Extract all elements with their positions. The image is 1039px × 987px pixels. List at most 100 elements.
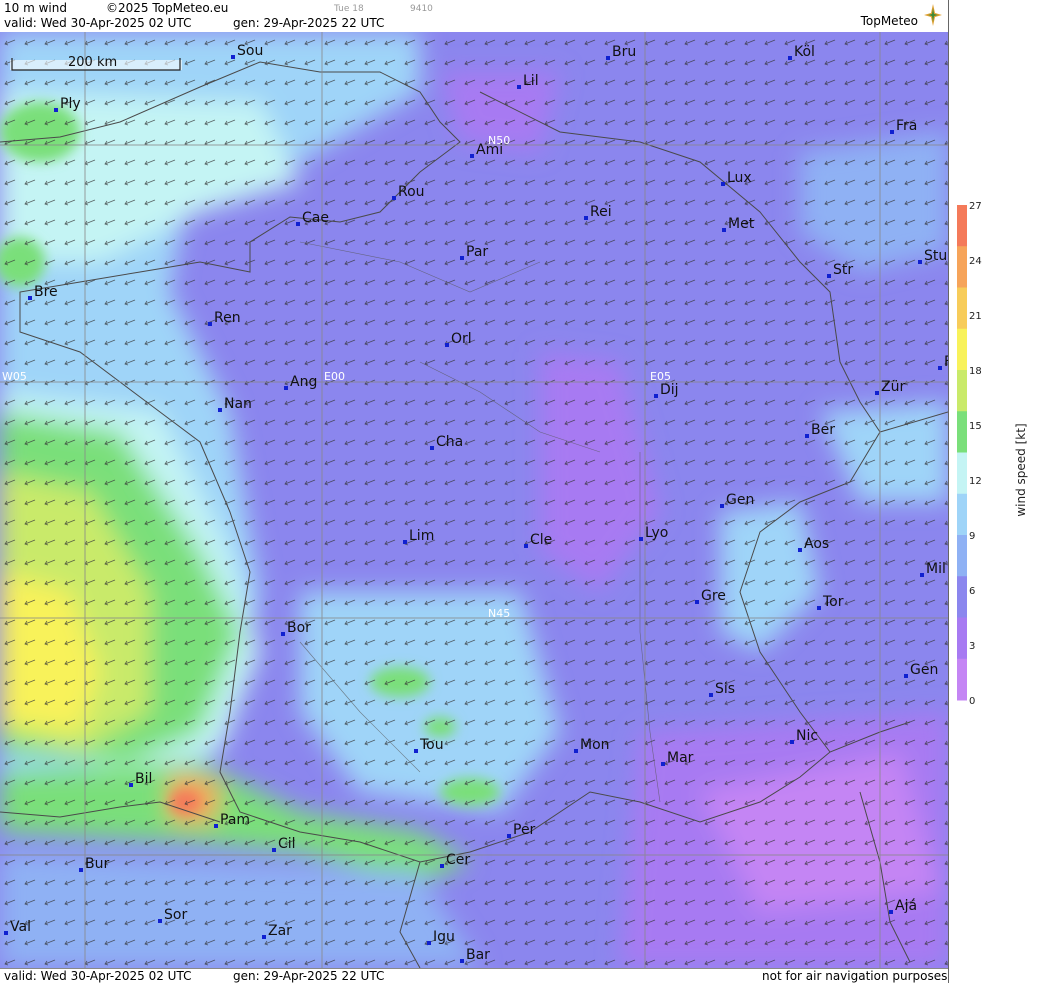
svg-text:Tor: Tor [822,594,844,610]
product-name: 10 m wind [4,1,67,15]
svg-text:Cha: Cha [436,434,463,450]
legend-swatch [957,535,967,577]
svg-text:Lux: Lux [727,170,752,186]
svg-text:Dij: Dij [660,382,679,398]
svg-text:Ajá: Ajá [895,898,917,914]
compass-star-icon [924,4,942,26]
legend-tick-label: 18 [969,366,982,377]
svg-text:Par: Par [466,244,488,260]
svg-text:Mil: Mil [926,561,946,577]
legend-tick-label: 0 [969,696,975,707]
svg-text:Bur: Bur [85,856,109,872]
svg-text:Cer: Cer [446,852,470,868]
topmeteo-logo: TopMeteo [860,14,918,28]
svg-text:Bar: Bar [466,947,490,963]
legend-tick-label: 27 [969,201,982,212]
legend-tick-label: 9 [969,531,975,542]
svg-text:Ply: Ply [60,96,81,112]
svg-text:Igu: Igu [433,929,455,945]
svg-text:Mar: Mar [667,750,694,766]
svg-text:Nan: Nan [224,396,252,412]
svg-text:Nic: Nic [796,728,818,744]
coord-label-e00: E00 [324,370,345,383]
coord-label-w05: W05 [2,370,27,383]
city-mon: Mon [574,737,610,753]
legend-tick-label: 3 [969,641,975,652]
svg-text:Ang: Ang [290,374,317,390]
valid-time: valid: Wed 30-Apr-2025 02 UTC [4,16,192,30]
svg-text:Per: Per [513,822,536,838]
legend-tick-label: 24 [969,256,982,267]
svg-text:Gre: Gre [701,588,726,604]
wind-map[interactable]: N50 N45 W05 E00 E05 200 km Sou Bru Köl Lil P… [0,32,948,968]
legend-tick-label: 6 [969,586,975,597]
svg-text:Val: Val [10,919,31,935]
svg-text:Orl: Orl [451,331,472,347]
svg-text:Sis: Sis [715,681,735,697]
legend-swatch [957,658,967,701]
svg-text:Met: Met [728,216,755,232]
legend-title: wind speed [kt] [1014,423,1028,516]
svg-text:Köl: Köl [794,44,815,60]
svg-text:Aos: Aos [804,536,829,552]
city-pam: Pam [214,812,250,828]
legend-swatch [957,617,967,660]
city-gen: Gen [720,492,754,508]
legend-swatch [957,246,967,288]
svg-text:Stu: Stu [924,248,947,264]
generation-time: gen: 29-Apr-2025 22 UTC [233,16,385,30]
disclaimer: not for air navigation purposes [762,969,948,983]
legend-swatch [957,452,967,495]
svg-text:200 km: 200 km [68,55,117,70]
header-small-b: 9410 [410,4,433,14]
header: 10 m wind ©2025 TopMeteo.eu Tue 18 9410 … [0,0,948,32]
svg-text:Cae: Cae [302,210,329,226]
svg-text:Ren: Ren [214,310,241,326]
legend-tick-label: 21 [969,311,982,322]
legend-swatch [957,493,967,536]
svg-text:Gen: Gen [910,662,938,678]
svg-text:Sou: Sou [237,43,263,59]
legend-ticks: 27 24 21 18 15 12 9 6 3 0 [969,201,982,707]
svg-text:Lim: Lim [409,528,434,544]
svg-text:Bre: Bre [34,284,58,300]
svg-text:Zar: Zar [268,923,292,939]
legend-swatch [957,287,967,330]
svg-text:Pam: Pam [220,812,250,828]
svg-text:Zür: Zür [881,379,905,395]
svg-text:Rou: Rou [398,184,425,200]
svg-text:Str: Str [833,262,853,278]
coord-label-n45: N45 [488,607,510,620]
legend-swatch [957,411,967,453]
legend-swatch [957,576,967,618]
city-nan: Nan [218,396,252,412]
footer-valid: valid: Wed 30-Apr-2025 02 UTC [4,969,192,983]
svg-text:Lil: Lil [523,73,539,89]
svg-text:Ber: Ber [811,422,835,438]
legend: 27 24 21 18 15 12 9 6 3 0 wind speed [kt] [948,0,1039,983]
svg-text:Gen: Gen [726,492,754,508]
svg-text:Lyo: Lyo [645,525,668,541]
legend-tick-label: 15 [969,421,982,432]
footer: valid: Wed 30-Apr-2025 02 UTC gen: 29-Ap… [0,968,948,984]
header-small-a: Tue 18 [334,4,364,14]
footer-gen: gen: 29-Apr-2025 22 UTC [233,969,385,983]
legend-swatch [957,328,967,371]
svg-text:Bil: Bil [135,771,152,787]
svg-text:Rei: Rei [590,204,612,220]
legend-tick-label: 12 [969,476,982,487]
city-gen: Gen [904,662,938,678]
svg-text:Fra: Fra [896,118,917,134]
legend-colorbar [957,205,967,701]
svg-text:Mon: Mon [580,737,610,753]
svg-text:Sor: Sor [164,907,187,923]
legend-swatch [957,370,967,412]
svg-text:Bor: Bor [287,620,311,636]
svg-text:Ami: Ami [476,142,503,158]
svg-text:Cil: Cil [278,836,296,852]
copyright: ©2025 TopMeteo.eu [106,1,229,15]
legend-swatch [957,205,967,247]
svg-text:Cle: Cle [530,532,552,548]
svg-text:Bru: Bru [612,44,636,60]
svg-text:Tou: Tou [419,737,444,753]
